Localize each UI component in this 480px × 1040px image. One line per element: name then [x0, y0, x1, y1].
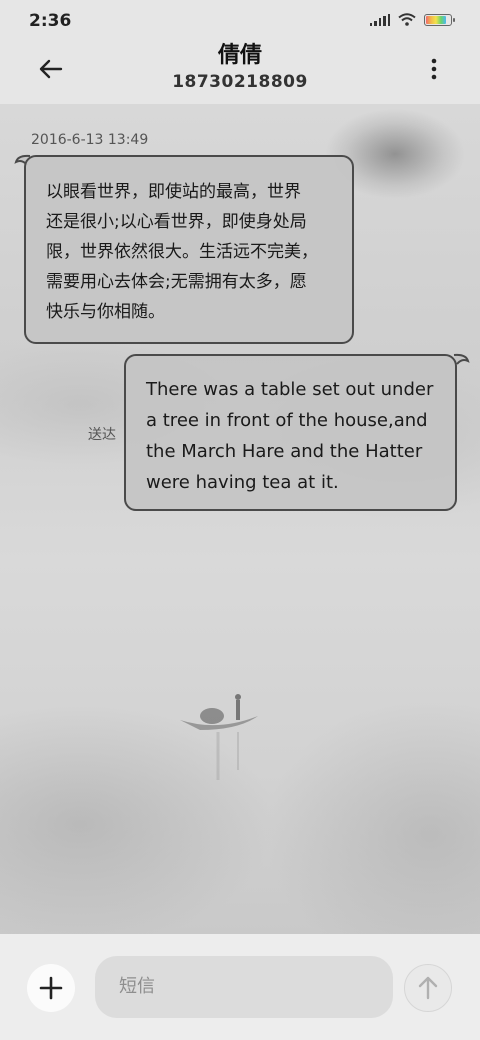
- message-timestamp: 2016-6-13 13:49: [31, 132, 149, 148]
- message-line: 快乐与你相随。: [46, 302, 165, 322]
- outgoing-message-bubble[interactable]: There was a table set out under a tree i…: [124, 354, 457, 511]
- message-line: the March Hare and the Hatter: [146, 441, 423, 462]
- message-line: a tree in front of the house,and: [146, 410, 428, 431]
- status-time: 2:36: [29, 11, 72, 31]
- conversation-header: 倩倩 18730218809: [0, 40, 480, 102]
- message-line: 限，世界依然很大。生活远不完美，: [46, 242, 318, 262]
- contact-title: 倩倩 18730218809: [0, 42, 480, 94]
- message-line: were having tea at it.: [146, 472, 339, 493]
- more-vertical-icon[interactable]: [422, 52, 446, 86]
- contact-name: 倩倩: [217, 43, 262, 68]
- arrow-up-icon: [418, 976, 438, 1000]
- delivery-status: 送达: [88, 427, 116, 443]
- send-button[interactable]: [404, 964, 452, 1012]
- message-line: 以眼看世界，即使站的最高，世界: [46, 182, 301, 202]
- message-input[interactable]: 短信: [95, 956, 393, 1018]
- battery-icon: [424, 13, 455, 26]
- status-bar: 2:36: [0, 0, 480, 40]
- incoming-message-bubble[interactable]: 以眼看世界，即使站的最高，世界 还是很小;以心看世界，即使身处局 限，世界依然很…: [24, 155, 354, 344]
- message-line: There was a table set out under: [146, 379, 434, 400]
- compose-bar: 短信: [0, 934, 480, 1040]
- signal-icon: [369, 13, 390, 26]
- add-attachment-button[interactable]: [27, 964, 75, 1012]
- status-icons: [369, 13, 455, 26]
- message-line: 还是很小;以心看世界，即使身处局: [46, 212, 307, 232]
- plus-icon: [39, 976, 63, 1000]
- message-line: 需要用心去体会;无需拥有太多，愿: [46, 272, 307, 292]
- wifi-icon: [398, 13, 416, 26]
- contact-phone: 18730218809: [172, 72, 308, 92]
- boat-illustration: [180, 694, 258, 780]
- conversation-area[interactable]: 2016-6-13 13:49 以眼看世界，即使站的最高，世界 还是很小;以心看…: [0, 104, 480, 934]
